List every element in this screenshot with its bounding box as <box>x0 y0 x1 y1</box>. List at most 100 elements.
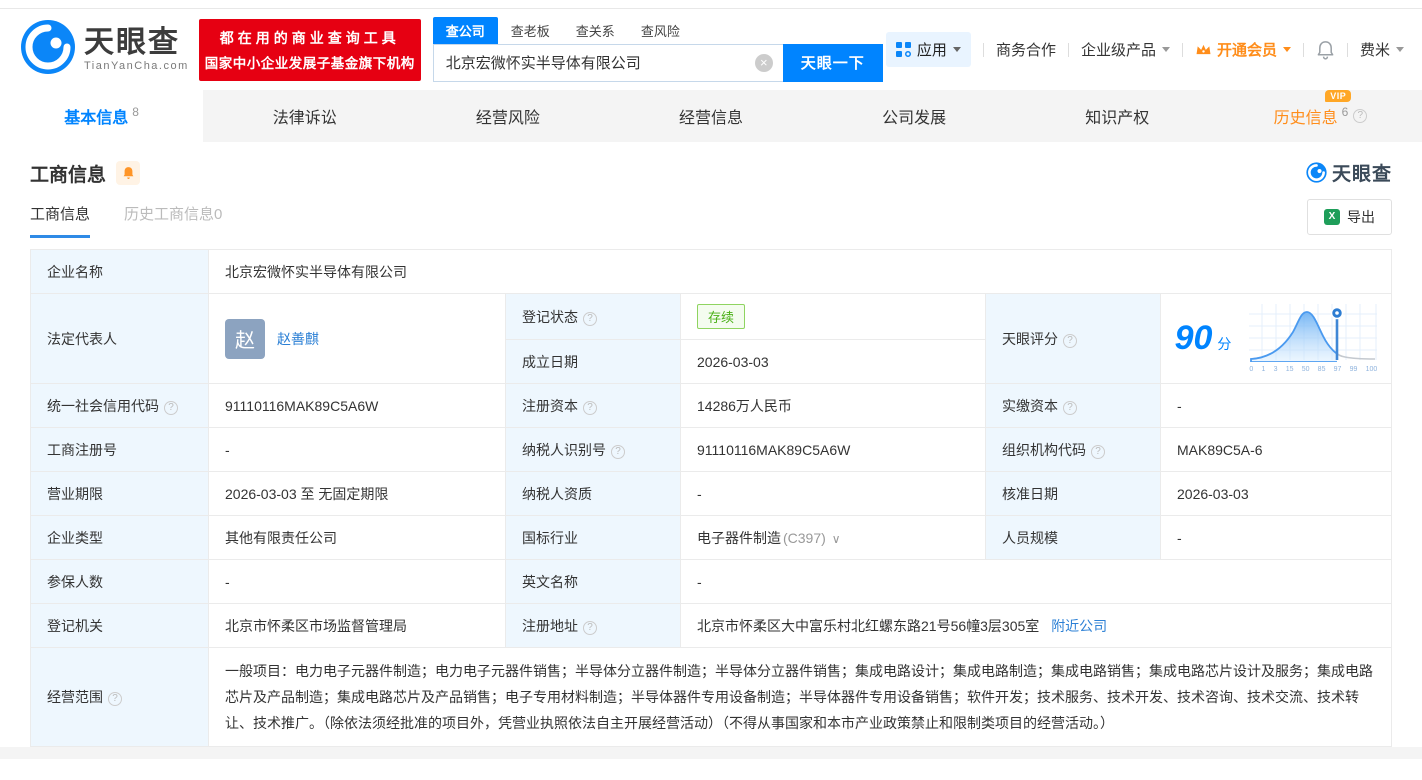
tab-company-development[interactable]: 公司发展 <box>813 90 1016 142</box>
reg-number-label: 工商注册号 <box>30 427 209 472</box>
promo-line2: 国家中小企业发展子基金旗下机构 <box>204 55 415 71</box>
caret-down-icon <box>1282 47 1291 52</box>
caret-down-icon <box>1161 47 1170 52</box>
tab-intellectual-property[interactable]: 知识产权 <box>1016 90 1219 142</box>
table-row: 企业类型 其他有限责任公司 国标行业 电子器件制造 (C397) ∨ 人员规模 - <box>30 515 1392 560</box>
help-icon[interactable]: ? <box>108 692 122 706</box>
enterprise-products-menu[interactable]: 企业级产品 <box>1081 39 1170 60</box>
tianyancha-logo-icon <box>20 19 76 80</box>
avatar[interactable]: 赵 <box>225 318 265 359</box>
search-tab-boss[interactable]: 查老板 <box>498 17 563 44</box>
search-tab-relation[interactable]: 查关系 <box>563 17 628 44</box>
insured-count-label: 参保人数 <box>30 559 209 604</box>
username: 费米 <box>1359 42 1390 59</box>
search-tabs: 查公司 查老板 查关系 查风险 <box>432 16 883 44</box>
tab-label: 基本信息 <box>64 110 129 127</box>
apps-label: 应用 <box>916 42 947 59</box>
taxpayer-quality-value: - <box>680 471 986 516</box>
crown-icon <box>1196 44 1211 55</box>
approval-date-value: 2026-03-03 <box>1160 471 1392 516</box>
help-icon[interactable]: ? <box>1353 109 1368 123</box>
score-distribution-chart: 01 3 15 50 85 97 99 100 <box>1249 304 1378 373</box>
vip-join-menu[interactable]: 开通会员 <box>1195 39 1291 60</box>
help-icon[interactable]: ? <box>583 620 597 635</box>
status-badge: 存续 <box>697 304 746 329</box>
score-number: 90 <box>1174 319 1213 357</box>
subtab-business-info[interactable]: 工商信息 <box>30 203 91 238</box>
divider <box>1302 42 1304 57</box>
nearby-companies-link[interactable]: 附近公司 <box>1051 618 1107 634</box>
tab-basic-info[interactable]: 基本信息 8 <box>0 90 204 142</box>
industry-value[interactable]: 电子器件制造 (C397) ∨ <box>680 515 986 560</box>
export-button[interactable]: X 导出 <box>1307 199 1392 235</box>
tab-history-info[interactable]: VIP 历史信息 6 ? <box>1219 90 1422 142</box>
help-icon[interactable]: ? <box>164 400 178 415</box>
score-axis-ticks: 01 3 15 50 85 97 99 100 <box>1249 366 1378 373</box>
company-type-label: 企业类型 <box>30 515 209 560</box>
search-tab-risk[interactable]: 查风险 <box>628 17 693 44</box>
paid-capital-label: 实缴资本? <box>985 383 1161 428</box>
help-icon[interactable]: ? <box>583 311 597 326</box>
enterprise-products-label: 企业级产品 <box>1080 42 1156 59</box>
reg-status-label: 登记状态? <box>505 293 681 340</box>
establish-date-value: 2026-03-03 <box>680 339 986 384</box>
page-bottom-strip <box>0 747 1422 759</box>
help-icon[interactable]: ? <box>1063 333 1077 348</box>
table-row: 法定代表人 赵 赵善麒 登记状态? 存续 天眼评分? 90 分 0 1 3 15… <box>30 293 1392 384</box>
subtab-history-business-info[interactable]: 历史工商信息0 <box>124 203 222 235</box>
table-row: 企业名称 北京宏微怀实半导体有限公司 <box>30 249 1392 294</box>
business-term-value: 2026-03-03 至 无固定期限 <box>208 471 506 516</box>
help-icon[interactable]: ? <box>611 444 625 459</box>
watermark-logo: 天眼查 <box>1306 159 1392 186</box>
legal-rep-value: 赵 赵善麒 <box>208 293 506 384</box>
vip-join-label: 开通会员 <box>1216 42 1277 59</box>
search-tab-company[interactable]: 查公司 <box>432 16 498 44</box>
chevron-down-icon[interactable]: ∨ <box>832 532 841 546</box>
notification-bell-icon[interactable] <box>1316 40 1335 60</box>
tab-operating-risk[interactable]: 经营风险 <box>406 90 609 142</box>
legal-rep-label: 法定代表人 <box>30 293 209 384</box>
tab-operating-info[interactable]: 经营信息 <box>609 90 812 142</box>
vip-badge: VIP <box>1325 90 1352 102</box>
divider <box>1181 42 1183 57</box>
business-info-table: 企业名称 北京宏微怀实半导体有限公司 法定代表人 赵 赵善麒 登记状态 ? 存续… <box>30 249 1392 747</box>
logo-title: 天眼查 <box>84 25 180 59</box>
page: 天眼查 TianYanCha.com 都在用的商业查询工具 国家中小企业发展子基… <box>0 0 1422 780</box>
search-area: 查公司 查老板 查关系 查风险 × 天眼一下 <box>432 16 883 82</box>
help-icon[interactable]: ? <box>583 400 597 415</box>
export-label: 导出 <box>1347 209 1375 225</box>
english-name-value: - <box>680 559 1392 604</box>
table-row: 统一社会信用代码? 91110116MAK89C5A6W 注册资本? 14286… <box>30 383 1392 428</box>
main-content: 工商信息 天眼查 工商信息 历史工商信息0 X 导出 企业名称 北京宏微怀实半导… <box>0 155 1422 747</box>
reg-status-value: 存续 <box>680 293 986 340</box>
divider <box>982 42 984 57</box>
monitor-bell-icon[interactable] <box>116 161 141 185</box>
table-row: 营业期限 2026-03-03 至 无固定期限 纳税人资质 - 核准日期 202… <box>30 471 1392 516</box>
search-input[interactable] <box>432 43 783 82</box>
tianyancha-logo[interactable]: 天眼查 TianYanCha.com <box>20 19 189 80</box>
reg-number-value: - <box>208 427 506 472</box>
tab-label: 知识产权 <box>1085 110 1150 127</box>
caret-down-icon <box>952 47 961 52</box>
org-code-value: MAK89C5A-6 <box>1160 427 1392 472</box>
tab-legal-lawsuits[interactable]: 法律诉讼 <box>203 90 406 142</box>
business-term-label: 营业期限 <box>30 471 209 516</box>
business-coop-link[interactable]: 商务合作 <box>996 39 1056 60</box>
staff-size-value: - <box>1160 515 1392 560</box>
user-menu[interactable]: 费米 <box>1360 39 1404 60</box>
tab-label: 公司发展 <box>882 110 947 127</box>
reg-authority-label: 登记机关 <box>30 603 209 648</box>
apps-menu[interactable]: 应用 <box>885 32 971 67</box>
legal-rep-link[interactable]: 赵善麒 <box>277 329 319 349</box>
approval-date-label: 核准日期 <box>985 471 1161 516</box>
tab-label: 历史信息 <box>1273 110 1338 127</box>
table-row: 工商注册号 - 纳税人识别号? 91110116MAK89C5A6W 组织机构代… <box>30 427 1392 472</box>
table-row: 登记机关 北京市怀柔区市场监督管理局 注册地址? 北京市怀柔区大中富乐村北红螺东… <box>30 603 1392 648</box>
help-icon[interactable]: ? <box>1091 444 1105 459</box>
help-icon[interactable]: ? <box>1063 400 1077 415</box>
clear-input-icon[interactable]: × <box>754 53 773 72</box>
taxpayer-quality-label: 纳税人资质 <box>505 471 681 516</box>
divider <box>1346 42 1348 57</box>
search-button[interactable]: 天眼一下 <box>782 43 883 82</box>
tab-label: 经营信息 <box>678 110 743 127</box>
